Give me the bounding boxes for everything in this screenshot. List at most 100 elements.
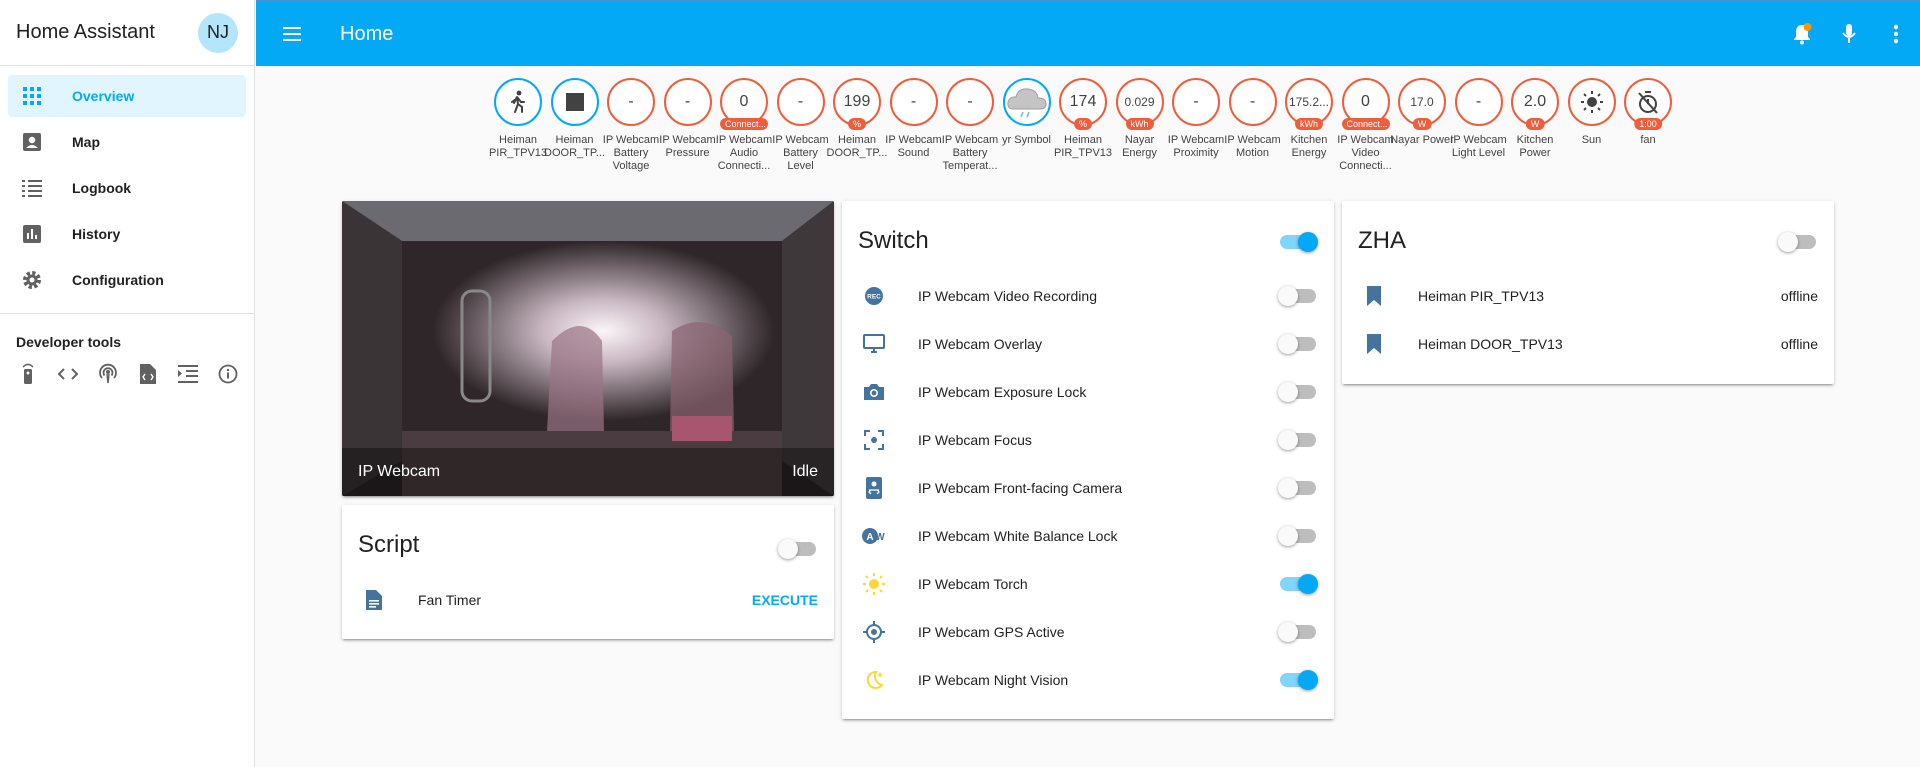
- toggle-knob: [1278, 286, 1298, 306]
- avatar[interactable]: NJ: [198, 12, 238, 53]
- sidebar-nav: Overview Map Logbook History Configurati…: [0, 66, 254, 314]
- card-title: ZHA: [1358, 227, 1406, 254]
- switch-toggle[interactable]: [1280, 574, 1318, 594]
- switch-label: IP Webcam Focus: [918, 432, 1032, 448]
- sidebar-item-overview[interactable]: Overview: [8, 75, 246, 117]
- badge-label: Kitchen Power: [1516, 134, 1554, 159]
- chart-box-icon: [20, 222, 44, 246]
- badge[interactable]: 1:00 fan: [1620, 78, 1676, 147]
- badge[interactable]: 0.029 kWh Nayar Energy: [1112, 78, 1168, 160]
- zha-group-toggle[interactable]: [1778, 232, 1816, 252]
- badge[interactable]: - IP Webcam Battery Level: [772, 78, 829, 173]
- device-row[interactable]: Heiman PIR_TPV13 offline: [1342, 272, 1834, 320]
- remote-icon[interactable]: [16, 362, 40, 386]
- badge-unit: W: [1525, 118, 1545, 130]
- switch-toggle[interactable]: [1278, 526, 1316, 546]
- badge-unit: kWh: [1295, 118, 1323, 130]
- script-group-toggle[interactable]: [778, 539, 816, 559]
- badge-ring: [494, 78, 542, 126]
- switch-label: IP Webcam Video Recording: [918, 288, 1097, 304]
- white-balance-auto-icon: AW: [862, 524, 886, 548]
- code-tags-icon[interactable]: [56, 362, 80, 386]
- badge-value: -: [1193, 93, 1199, 110]
- badge[interactable]: 2.0 W Kitchen Power: [1507, 78, 1563, 160]
- badge-label: Heiman DOOR_TP...: [544, 134, 605, 159]
- badge[interactable]: Heiman DOOR_TP...: [544, 78, 605, 160]
- bookmark-icon: [1362, 284, 1386, 308]
- page-title: Home: [340, 22, 394, 45]
- radio-tower-icon[interactable]: [96, 362, 120, 386]
- badge[interactable]: 175.2... kWh Kitchen Energy: [1281, 78, 1337, 160]
- switch-toggle[interactable]: [1278, 622, 1316, 642]
- badge-unit: Connect...: [1341, 118, 1390, 130]
- toolbar: Home: [256, 0, 1920, 66]
- badge[interactable]: 0 Connect... IP Webcam Video Connecti...: [1337, 78, 1394, 173]
- switch-toggle[interactable]: [1278, 430, 1316, 450]
- badge[interactable]: - IP Webcam Pressure: [659, 78, 716, 160]
- switch-toggle[interactable]: [1278, 478, 1316, 498]
- badge-ring: 17.0 W: [1398, 78, 1446, 130]
- badge[interactable]: - IP Webcam Sound: [885, 78, 942, 160]
- sidebar-item-label: Logbook: [72, 180, 132, 196]
- badge-value: 2.0: [1523, 93, 1547, 110]
- badge-label: Heiman PIR_TPV13: [488, 134, 548, 159]
- badge-label: Heiman PIR_TPV13: [1053, 134, 1113, 159]
- badge-ring: -: [1172, 78, 1220, 126]
- toggle-knob: [1298, 232, 1318, 252]
- badge-unit: %: [847, 118, 867, 130]
- script-name: Fan Timer: [418, 592, 482, 608]
- sidebar-item-logbook[interactable]: Logbook: [8, 167, 246, 209]
- switch-card: Switch REC IP Webcam Video Recording IP We…: [842, 201, 1334, 719]
- switch-label: IP Webcam Front-facing Camera: [918, 480, 1123, 496]
- badge-value: 199: [843, 93, 871, 110]
- camera-card[interactable]: IP Webcam Idle: [342, 201, 834, 496]
- switch-group-toggle[interactable]: [1280, 232, 1318, 252]
- sidebar-item-label: Map: [72, 134, 100, 150]
- badge-ring: 199%: [833, 78, 881, 130]
- badge-ring: 174%: [1059, 78, 1107, 130]
- notifications-button[interactable]: [1782, 14, 1822, 54]
- badge-label: IP Webcam Audio Connecti...: [715, 134, 773, 172]
- badge[interactable]: yr Symbol: [999, 78, 1055, 147]
- file-code-icon[interactable]: [136, 362, 160, 386]
- badge[interactable]: Sun: [1564, 78, 1620, 147]
- timer-off-icon: [1637, 90, 1659, 114]
- sidebar-item-configuration[interactable]: Configuration: [8, 259, 246, 301]
- badge-value: -: [684, 93, 691, 110]
- information-outline-icon[interactable]: [216, 362, 240, 386]
- more-options-button[interactable]: [1876, 14, 1916, 54]
- badge[interactable]: 17.0 W Nayar Power: [1390, 78, 1454, 147]
- format-indent-icon[interactable]: [176, 362, 200, 386]
- badge[interactable]: - IP Webcam Battery Temperat...: [942, 78, 998, 173]
- badge[interactable]: - IP Webcam Proximity: [1168, 78, 1224, 160]
- sidebar-item-history[interactable]: History: [8, 213, 246, 255]
- script-card: Script Fan Timer EXECUTE: [342, 505, 834, 639]
- switch-toggle[interactable]: [1278, 382, 1316, 402]
- menu-button[interactable]: [268, 10, 316, 58]
- switch-toggle[interactable]: [1278, 334, 1316, 354]
- voice-command-button[interactable]: [1829, 14, 1869, 54]
- badge-value: -: [967, 93, 973, 110]
- file-document-icon: [362, 588, 386, 612]
- menu-icon: [283, 27, 301, 41]
- device-label: Heiman DOOR_TPV13: [1418, 336, 1563, 352]
- white-balance-sunny-icon: [862, 572, 886, 596]
- switch-toggle[interactable]: [1278, 286, 1316, 306]
- badge[interactable]: 199% Heiman DOOR_TP...: [827, 78, 887, 160]
- badge[interactable]: 0 Connect... IP Webcam Audio Connecti...: [716, 78, 772, 173]
- badge[interactable]: 174% Heiman PIR_TPV13: [1054, 78, 1112, 160]
- execute-button[interactable]: EXECUTE: [752, 592, 818, 608]
- sidebar-item-map[interactable]: Map: [8, 121, 246, 163]
- cog-icon: [20, 268, 44, 292]
- switch-row: IP Webcam Overlay: [842, 320, 1334, 368]
- device-row[interactable]: Heiman DOOR_TPV13 offline: [1342, 320, 1834, 368]
- badge-label: IP Webcam Pressure: [659, 134, 716, 159]
- badge[interactable]: - IP Webcam Light Level: [1450, 78, 1507, 160]
- badge-label: Nayar Power: [1390, 134, 1454, 146]
- focus-icon: [862, 428, 886, 452]
- badge[interactable]: - IP Webcam Motion: [1224, 78, 1281, 160]
- view-dashboard-icon: [20, 84, 44, 108]
- switch-toggle[interactable]: [1280, 670, 1318, 690]
- badge[interactable]: - IP Webcam Battery Voltage: [603, 78, 659, 173]
- badge[interactable]: Heiman PIR_TPV13: [489, 78, 547, 160]
